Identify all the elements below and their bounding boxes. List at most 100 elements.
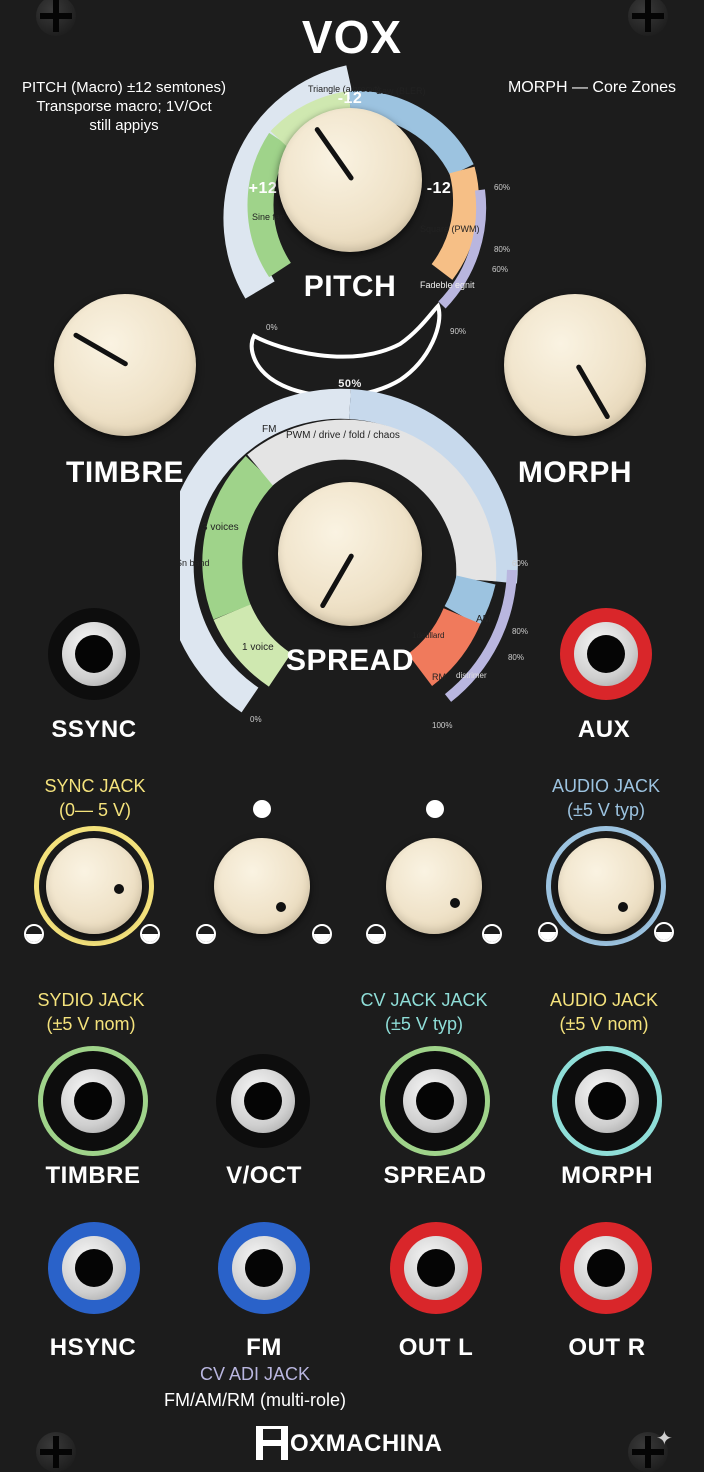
attenuator-2-led (253, 800, 271, 818)
brand-name: OXMACHINA (290, 1430, 443, 1457)
pitch-top-value: -12 (337, 90, 363, 107)
spread-percent-3: 80% (508, 653, 524, 662)
out-l-jack-hole (417, 1249, 455, 1287)
attenuator-4-knob[interactable] (558, 838, 654, 934)
attenuator-2-knob[interactable] (214, 838, 310, 934)
hsync-jack-hole (75, 1249, 113, 1287)
pitch-knob[interactable] (278, 108, 422, 252)
morph-cv-jack-hole (588, 1082, 626, 1120)
spread-label: SPREAD (285, 644, 415, 677)
spread-zone-label-pwm: PWM / drive / fold / chaos (286, 430, 400, 441)
pitch-knob-pointer (313, 126, 355, 182)
out-l-jack[interactable] (390, 1222, 482, 1314)
aux-jack-hole (587, 635, 625, 673)
morph-knob-pointer (575, 363, 611, 420)
jack-morph-caption-line1: AUDIO JACK (549, 990, 659, 1010)
range-min-icon (538, 922, 558, 942)
spread-percent-4: 100% (432, 721, 452, 730)
spread-percent-0: 0% (250, 715, 262, 724)
voct-jack[interactable] (216, 1054, 310, 1148)
fm-caption-line2: FM/AM/RM (multi-role) (164, 1390, 346, 1410)
jack-spread-caption: CV JACK JACK (±5 V typ) (346, 988, 502, 1036)
timbre-knob[interactable] (54, 294, 196, 436)
jack-timbre-caption-line2: (±5 V nom) (46, 1014, 136, 1034)
spread-zone-label-distrimer: distrimer (456, 671, 487, 680)
aux-jack[interactable] (560, 608, 652, 700)
out-r-jack-label: OUT R (568, 1334, 646, 1361)
timbre-cv-jack-hole (74, 1082, 112, 1120)
range-max-icon (312, 924, 332, 944)
attenuator-1-caption-line1: SYNC JACK (44, 776, 146, 796)
morph-jack-label: MORPH (561, 1162, 653, 1189)
timbre-jack-label: TIMBRE (45, 1162, 141, 1189)
spread-zone-label-rm: RM (432, 672, 446, 682)
attenuator-3-indicator (450, 898, 460, 908)
pitch-percent-2: 80% (494, 245, 510, 254)
attenuator-3-knob[interactable] (386, 838, 482, 934)
pitch-percent-3: 60% (492, 265, 508, 274)
spread-zone-label-snband: Sn band (180, 558, 210, 568)
pitch-zone-label-square: Square (PWM) (420, 224, 480, 234)
spread-cv-jack-hole (416, 1082, 454, 1120)
attenuator-2-indicator (276, 902, 286, 912)
range-max-icon (482, 924, 502, 944)
spread-knob-pointer (319, 552, 355, 609)
eurorack-panel: VOX PITCH (Macro) ±12 semtones) Transpor… (0, 0, 704, 1472)
aux-label: AUX (577, 716, 631, 743)
spread-zone-label-3voices: 3 voices (202, 522, 239, 533)
jack-spread-caption-line2: (±5 V typ) (385, 1014, 463, 1034)
spread-zone-label-am: AM (476, 614, 491, 625)
attenuator-1-caption-line2: (0— 5 V) (58, 800, 132, 820)
voct-jack-hole (244, 1082, 282, 1120)
fm-caption-line1: CV ADI JACK (199, 1364, 311, 1384)
attenuator-3-led (426, 800, 444, 818)
spread-zone-3voices (202, 456, 275, 620)
out-l-jack-label: OUT L (398, 1334, 474, 1361)
spread-top-value: 50% (338, 378, 362, 390)
spread-zone-label-detillard: 1detillard (412, 631, 444, 640)
range-max-icon (654, 922, 674, 942)
timbre-knob-pointer (72, 331, 129, 368)
pitch-zone-label-saw: Saw (BLER) (376, 86, 426, 96)
range-min-icon (366, 924, 386, 944)
spread-jack-label: SPREAD (383, 1162, 487, 1189)
voct-jack-label: V/OCT (226, 1162, 302, 1189)
attenuator-1-knob[interactable] (46, 838, 142, 934)
range-min-icon (196, 924, 216, 944)
fm-jack[interactable] (218, 1222, 310, 1314)
brand-logo-icon (256, 1426, 288, 1460)
spread-knob[interactable] (278, 482, 422, 626)
ssync-jack[interactable] (48, 608, 140, 700)
hsync-jack[interactable] (48, 1222, 140, 1314)
pitch-percent-1: 60% (494, 183, 510, 192)
sparkle-icon: ✦ (656, 1428, 673, 1450)
range-max-icon (140, 924, 160, 944)
panel-screw (36, 1432, 76, 1472)
jack-spread-caption-line1: CV JACK JACK (360, 990, 488, 1010)
attenuator-4-caption-line1: AUDIO JACK (551, 776, 661, 796)
ssync-label: SSYNC (51, 716, 137, 743)
jack-timbre-caption-line1: SYDIO JACK (37, 990, 145, 1010)
attenuator-4-caption: AUDIO JACK (±5 V typ) (530, 774, 682, 822)
pitch-zone-sine (247, 132, 292, 278)
hsync-jack-label: HSYNC (49, 1334, 137, 1361)
ssync-jack-hole (75, 635, 113, 673)
fm-jack-hole (245, 1249, 283, 1287)
morph-zones-note: MORPH — Core Zones (507, 79, 677, 96)
morph-cv-jack[interactable] (552, 1046, 662, 1156)
pitch-label: PITCH (303, 270, 397, 303)
spread-zone-am (444, 575, 496, 626)
attenuator-1-caption: SYNC JACK (0— 5 V) (20, 774, 170, 822)
attenuator-4-caption-line2: (±5 V typ) (567, 800, 645, 820)
spread-percent-2: 80% (512, 627, 528, 636)
out-r-jack[interactable] (560, 1222, 652, 1314)
attenuator-4-indicator (618, 902, 628, 912)
spread-cv-jack[interactable] (380, 1046, 490, 1156)
range-min-icon (24, 924, 44, 944)
fm-jack-label: FM (246, 1334, 282, 1361)
jack-morph-caption: AUDIO JACK (±5 V nom) (528, 988, 680, 1036)
spread-zone-label-fm: FM (262, 424, 276, 435)
attenuator-1-indicator (114, 884, 124, 894)
jack-morph-caption-line2: (±5 V nom) (559, 1014, 649, 1034)
timbre-cv-jack[interactable] (38, 1046, 148, 1156)
